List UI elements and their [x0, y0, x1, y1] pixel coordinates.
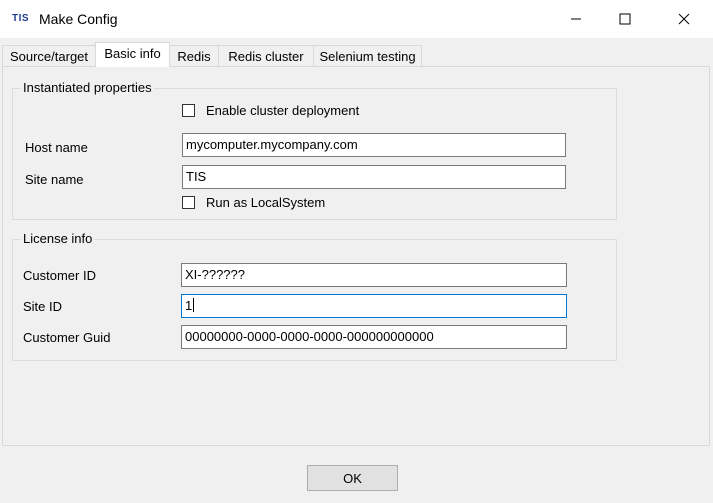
tab-selenium-testing[interactable]: Selenium testing [313, 45, 422, 66]
text-caret [193, 298, 195, 312]
maximize-icon [619, 13, 631, 25]
customer-guid-label: Customer Guid [23, 330, 111, 345]
enable-cluster-checkbox[interactable] [182, 104, 195, 117]
title-bar: TIS Make Config [0, 0, 713, 38]
close-button[interactable] [661, 0, 707, 38]
enable-cluster-label: Enable cluster deployment [206, 103, 360, 118]
tab-panel-basic-info: Instantiated properties Enable cluster d… [2, 66, 710, 446]
minimize-icon [571, 18, 581, 20]
app-logo: TIS [12, 13, 30, 24]
license-info-label: License info [21, 231, 95, 246]
site-id-label: Site ID [23, 299, 63, 314]
tab-strip: Source/target Basic info Redis Redis clu… [0, 42, 713, 67]
host-name-input[interactable]: mycomputer.mycompany.com [182, 133, 566, 157]
maximize-button[interactable] [602, 0, 648, 38]
window-title: Make Config [39, 11, 118, 27]
tab-redis-cluster[interactable]: Redis cluster [218, 45, 314, 66]
ok-button[interactable]: OK [307, 465, 398, 491]
customer-id-label: Customer ID [23, 268, 96, 283]
site-id-input[interactable]: 1 [181, 294, 567, 318]
site-id-value: 1 [185, 298, 193, 313]
host-name-label: Host name [25, 140, 88, 155]
tab-basic-info[interactable]: Basic info [95, 42, 170, 67]
customer-id-input[interactable]: XI-?????? [181, 263, 567, 287]
run-as-localsystem-checkbox[interactable] [182, 196, 195, 209]
close-icon [678, 13, 690, 25]
tab-redis[interactable]: Redis [169, 45, 219, 66]
instantiated-properties-label: Instantiated properties [21, 80, 154, 95]
site-name-input[interactable]: TIS [182, 165, 566, 189]
customer-guid-input[interactable]: 00000000-0000-0000-0000-000000000000 [181, 325, 567, 349]
run-as-localsystem-label: Run as LocalSystem [206, 195, 326, 210]
tab-source-target[interactable]: Source/target [2, 45, 96, 66]
site-name-label: Site name [25, 172, 84, 187]
minimize-button[interactable] [553, 0, 599, 38]
